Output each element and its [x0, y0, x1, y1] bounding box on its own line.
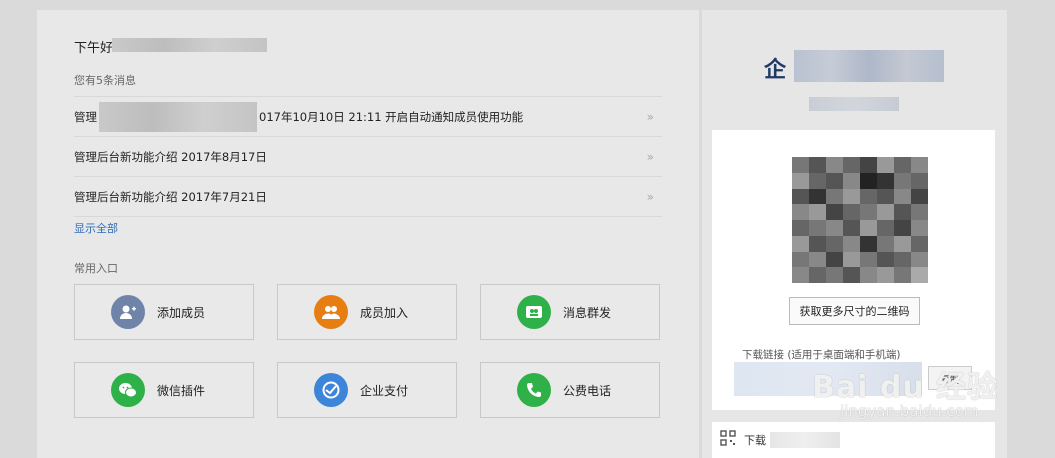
- enterprise-pay-button[interactable]: 企业支付: [277, 362, 457, 418]
- wechat-plugin-button[interactable]: 微信插件: [74, 362, 254, 418]
- entry-label: 成员加入: [360, 305, 409, 320]
- entry-label: 微信插件: [157, 383, 206, 398]
- entry-label: 消息群发: [563, 305, 612, 320]
- phone-call-icon: [517, 373, 551, 407]
- watermark-logo-text: Bai du 经验: [812, 370, 999, 405]
- broadcast-message-icon: [517, 295, 551, 329]
- message-row[interactable]: 管理后台新功能介绍 2017年7月21日 »: [74, 177, 662, 217]
- qr-code-icon: [720, 430, 736, 450]
- enterprise-pay-icon: [314, 373, 348, 407]
- entry-label: 添加成员: [157, 305, 206, 320]
- message-row[interactable]: 管理后台新功能介绍 2017年8月17日 »: [74, 137, 662, 177]
- company-title: 企: [764, 58, 787, 83]
- qr-code-image: [792, 157, 928, 283]
- show-all-link[interactable]: 显示全部: [74, 220, 118, 236]
- add-member-button[interactable]: 添加成员: [74, 284, 254, 340]
- greeting-text: 下午好: [74, 37, 113, 56]
- entry-label: 企业支付: [360, 383, 409, 398]
- chevron-right-icon: »: [646, 189, 654, 204]
- blurred-company-name: [794, 50, 944, 82]
- add-member-icon: [111, 295, 145, 329]
- get-more-qr-sizes-button[interactable]: 获取更多尺寸的二维码: [789, 297, 920, 325]
- chevron-right-icon: »: [646, 109, 654, 124]
- message-list: 管理 017年10月10日 21:11 开启自动通知成员使用功能 » 管理后台新…: [74, 96, 662, 217]
- member-join-button[interactable]: 成员加入: [277, 284, 457, 340]
- dashboard-left-panel: 下午好 您有5条消息 管理 017年10月10日 21:11 开启自动通知成员使…: [37, 10, 699, 458]
- download-link-label: 下载链接 (适用于桌面端和手机端): [742, 349, 901, 361]
- phone-call-button[interactable]: 公费电话: [480, 362, 660, 418]
- wechat-plugin-icon: [111, 373, 145, 407]
- entry-label: 公费电话: [563, 383, 612, 398]
- common-entry-heading: 常用入口: [74, 262, 118, 275]
- message-text: 管理后台新功能介绍 2017年8月17日: [74, 149, 267, 164]
- message-text: 017年10月10日 21:11 开启自动通知成员使用功能: [259, 109, 524, 124]
- blurred-download-text: [770, 432, 840, 448]
- message-prefix: 管理: [74, 109, 97, 124]
- download-text: 下载: [744, 434, 766, 447]
- blurred-message-segment: [99, 101, 257, 132]
- message-count: 您有5条消息: [74, 74, 136, 87]
- message-text: 管理后台新功能介绍 2017年7月21日: [74, 189, 267, 204]
- blurred-user-name: [112, 38, 267, 52]
- blurred-company-id: [809, 97, 899, 111]
- message-row[interactable]: 管理 017年10月10日 21:11 开启自动通知成员使用功能 »: [74, 96, 662, 137]
- broadcast-message-button[interactable]: 消息群发: [480, 284, 660, 340]
- member-join-icon: [314, 295, 348, 329]
- baidu-jingyan-watermark: Bai du 经验 jingyan.baidu.com: [812, 362, 1012, 432]
- greeting-label: 下午好: [74, 41, 114, 56]
- chevron-right-icon: »: [646, 149, 654, 164]
